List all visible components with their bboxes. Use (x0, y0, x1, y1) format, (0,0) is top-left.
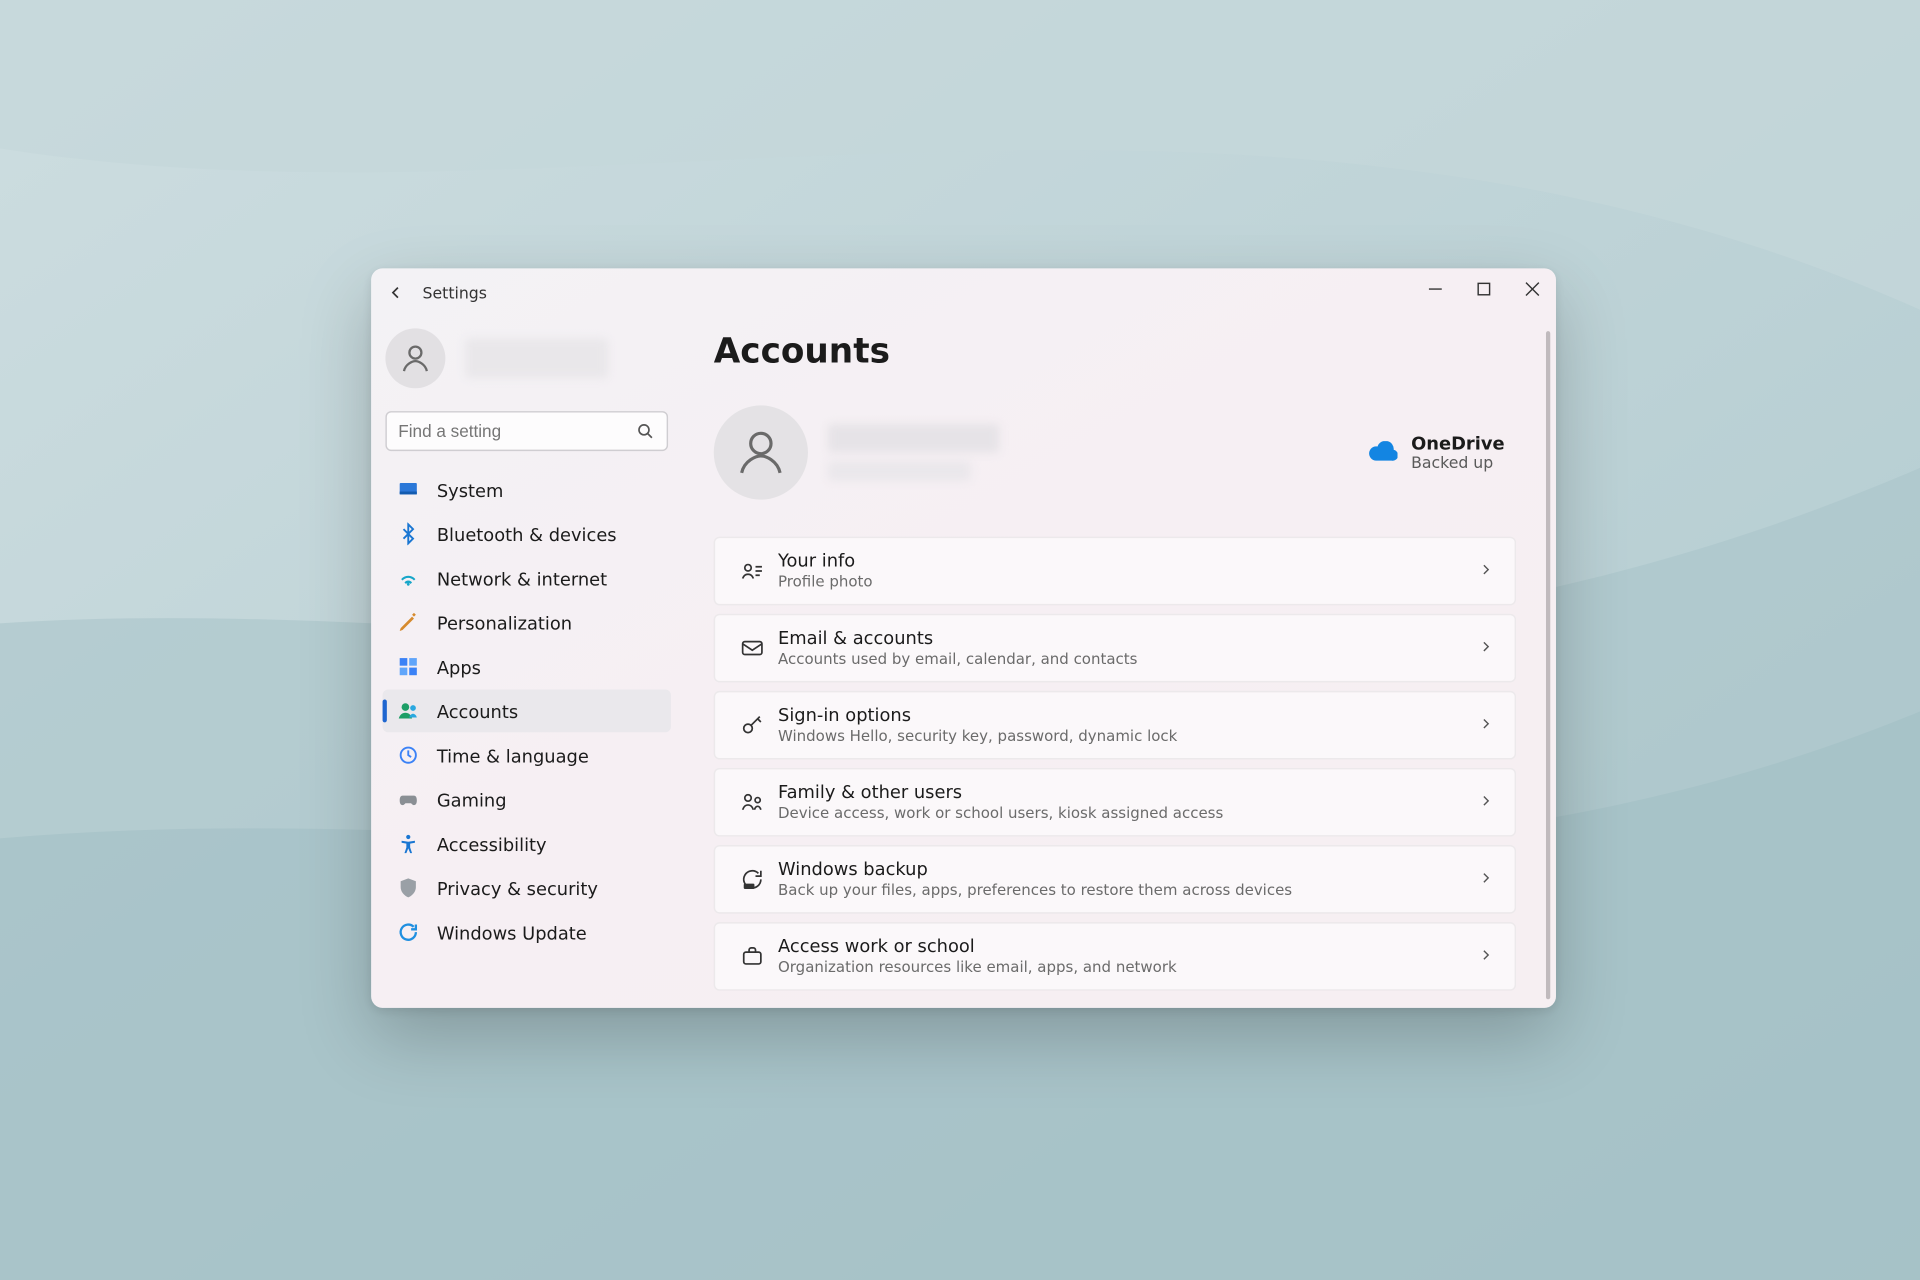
main-panel: Accounts (682, 268, 1556, 1007)
mail-icon (732, 635, 772, 661)
sidebar-item-bluetooth[interactable]: Bluetooth & devices (383, 512, 671, 555)
sidebar-item-label: Accounts (437, 700, 518, 721)
chevron-right-icon (1477, 637, 1494, 658)
personalization-icon (397, 611, 420, 634)
card-title: Your info (778, 550, 1477, 572)
card-title: Access work or school (778, 935, 1477, 957)
sidebar-item-label: Privacy & security (437, 877, 598, 898)
card-family-other-users[interactable]: Family & other users Device access, work… (714, 768, 1516, 837)
sidebar-item-label: Windows Update (437, 921, 587, 942)
search-box[interactable] (385, 411, 668, 451)
card-sign-in-options[interactable]: Sign-in options Windows Hello, security … (714, 691, 1516, 760)
sidebar-item-label: Apps (437, 656, 481, 677)
person-card-icon (732, 558, 772, 584)
apps-icon (397, 655, 420, 678)
card-title: Family & other users (778, 781, 1477, 803)
scrollbar[interactable] (1546, 331, 1550, 999)
card-your-info[interactable]: Your info Profile photo (714, 537, 1516, 606)
chevron-right-icon (1477, 560, 1494, 581)
settings-cards: Your info Profile photo Email & accounts… (714, 537, 1556, 991)
chevron-right-icon (1477, 869, 1494, 890)
onedrive-title: OneDrive (1411, 433, 1504, 454)
sidebar-item-label: Accessibility (437, 833, 547, 854)
sidebar-user[interactable] (383, 323, 671, 409)
sidebar-item-privacy[interactable]: Privacy & security (383, 866, 671, 909)
sidebar-item-label: Bluetooth & devices (437, 523, 617, 544)
network-icon (397, 567, 420, 590)
avatar-icon (714, 405, 808, 499)
sidebar-item-apps[interactable]: Apps (383, 645, 671, 688)
card-subtitle: Back up your files, apps, preferences to… (778, 880, 1477, 900)
bluetooth-icon (397, 522, 420, 545)
sidebar-item-time-language[interactable]: Time & language (383, 734, 671, 777)
sidebar-item-label: Time & language (437, 744, 589, 765)
sidebar-item-accessibility[interactable]: Accessibility (383, 822, 671, 865)
avatar-icon (385, 328, 445, 388)
account-name-redacted (828, 424, 999, 481)
card-subtitle: Accounts used by email, calendar, and co… (778, 649, 1477, 669)
shield-icon (397, 876, 420, 899)
account-header: OneDrive Backed up (714, 405, 1556, 499)
search-input[interactable] (398, 421, 635, 441)
card-title: Sign-in options (778, 704, 1477, 726)
sidebar-item-system[interactable]: System (383, 468, 671, 511)
onedrive-status[interactable]: OneDrive Backed up (1368, 433, 1504, 473)
chevron-right-icon (1477, 714, 1494, 735)
onedrive-subtitle: Backed up (1411, 454, 1504, 473)
sidebar-item-network[interactable]: Network & internet (383, 557, 671, 600)
settings-window: Settings (371, 268, 1556, 1007)
backup-icon (732, 866, 772, 892)
accounts-icon (397, 699, 420, 722)
card-title: Windows backup (778, 858, 1477, 880)
page-title: Accounts (714, 331, 1556, 371)
system-icon (397, 478, 420, 501)
user-name-redacted (465, 338, 608, 378)
accessibility-icon (397, 832, 420, 855)
nav-list: System Bluetooth & devices Network & int… (383, 468, 671, 953)
key-icon (732, 712, 772, 738)
sidebar-item-label: Personalization (437, 612, 572, 633)
card-subtitle: Organization resources like email, apps,… (778, 957, 1477, 977)
sidebar-item-windows-update[interactable]: Windows Update (383, 911, 671, 954)
time-language-icon (397, 744, 420, 767)
card-subtitle: Device access, work or school users, kio… (778, 803, 1477, 823)
chevron-right-icon (1477, 792, 1494, 813)
gaming-icon (397, 788, 420, 811)
briefcase-icon (732, 944, 772, 970)
card-windows-backup[interactable]: Windows backup Back up your files, apps,… (714, 845, 1516, 914)
sidebar-item-accounts[interactable]: Accounts (383, 689, 671, 732)
card-subtitle: Windows Hello, security key, password, d… (778, 726, 1477, 746)
sidebar-item-gaming[interactable]: Gaming (383, 778, 671, 821)
sidebar-item-label: System (437, 479, 504, 500)
card-subtitle: Profile photo (778, 572, 1477, 592)
card-email-accounts[interactable]: Email & accounts Accounts used by email,… (714, 614, 1516, 683)
card-title: Email & accounts (778, 627, 1477, 649)
chevron-right-icon (1477, 946, 1494, 967)
card-access-work-school[interactable]: Access work or school Organization resou… (714, 922, 1516, 991)
sidebar: System Bluetooth & devices Network & int… (371, 268, 682, 1007)
windows-update-icon (397, 921, 420, 944)
sidebar-item-label: Gaming (437, 789, 507, 810)
sidebar-item-label: Network & internet (437, 567, 607, 588)
sidebar-item-personalization[interactable]: Personalization (383, 601, 671, 644)
family-icon (732, 789, 772, 815)
cloud-icon (1368, 440, 1397, 464)
search-icon (635, 421, 655, 441)
